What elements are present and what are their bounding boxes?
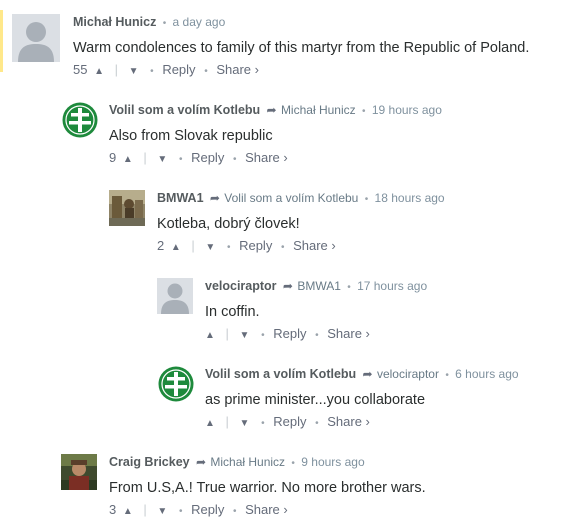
comment-time[interactable]: 17 hours ago (357, 279, 427, 293)
comment-text: From U.S,A.! True warrior. No more broth… (109, 480, 426, 496)
comment: velociraptor ➦ BMWA1 • 17 hours ago In c… (156, 272, 567, 344)
separator-dot: • (150, 66, 154, 77)
reply-button[interactable]: Reply (273, 326, 306, 341)
chevron-down-icon[interactable]: ▼ (129, 63, 139, 81)
comment-text: Kotleba, dobrý človek! (157, 216, 300, 232)
separator-dot: • (204, 66, 208, 77)
avatar[interactable] (158, 366, 194, 402)
parent-author[interactable]: Michał Hunicz (281, 103, 356, 117)
comment: BMWA1 ➦ Volil som a volím Kotlebu • 18 h… (108, 184, 567, 256)
user-photo-icon (61, 454, 97, 490)
comment-time[interactable]: 9 hours ago (301, 455, 364, 469)
share-button[interactable]: Share › (327, 326, 370, 341)
reply-button[interactable]: Reply (239, 238, 272, 253)
vote-divider: | (143, 150, 147, 165)
chevron-up-icon[interactable]: ▲ (205, 415, 215, 433)
reply-button[interactable]: Reply (273, 414, 306, 429)
vote-count: 9 (109, 150, 117, 165)
chevron-up-icon[interactable]: ▲ (205, 327, 215, 345)
share-button[interactable]: Share › (216, 62, 259, 77)
avatar[interactable] (62, 102, 98, 138)
avatar[interactable] (157, 278, 193, 314)
separator-dot: • (280, 242, 285, 253)
separator-dot: • (178, 154, 183, 165)
comment: Craig Brickey ➦ Michał Hunicz • 9 hours … (60, 448, 567, 519)
comment-author[interactable]: BMWA1 (157, 191, 204, 205)
comment-text: Warm condolences to family of this marty… (73, 40, 530, 56)
chevron-down-icon[interactable]: ▼ (205, 239, 215, 257)
parent-author[interactable]: Volil som a volím Kotlebu (224, 191, 358, 205)
comment: Volil som a volím Kotlebu ➦ velociraptor… (156, 360, 567, 432)
separator-dot: • (361, 106, 366, 117)
reply-arrow-icon: ➦ (362, 367, 373, 381)
comment-time[interactable]: 19 hours ago (372, 103, 442, 117)
share-button[interactable]: Share › (327, 414, 370, 429)
vote-divider: | (225, 414, 229, 429)
chevron-up-icon[interactable]: ▲ (94, 63, 104, 81)
parent-author[interactable]: velociraptor (377, 367, 439, 381)
separator-dot: • (232, 506, 237, 517)
reply-button[interactable]: Reply (162, 62, 195, 77)
chevron-up-icon[interactable]: ▲ (123, 151, 133, 169)
comment-author[interactable]: Michał Hunicz (73, 15, 156, 29)
default-avatar-icon (157, 278, 193, 314)
reply-button[interactable]: Reply (191, 150, 224, 165)
separator-dot: • (291, 458, 295, 469)
chevron-down-icon[interactable]: ▼ (240, 327, 250, 345)
separator-dot: • (445, 370, 449, 381)
separator-dot: • (315, 418, 319, 429)
vote-divider: | (143, 502, 147, 517)
chevron-up-icon[interactable]: ▲ (123, 503, 133, 521)
comment: Volil som a volím Kotlebu ➦ Michał Hunic… (60, 96, 567, 168)
separator-dot: • (178, 506, 183, 517)
chevron-down-icon[interactable]: ▼ (240, 415, 250, 433)
avatar[interactable] (61, 454, 97, 490)
chevron-up-icon[interactable]: ▲ (171, 239, 181, 257)
vote-count: 55 (73, 62, 88, 77)
reply-arrow-icon: ➦ (282, 279, 293, 293)
parent-author[interactable]: BMWA1 (297, 279, 341, 293)
comment-author[interactable]: Volil som a volím Kotlebu (205, 367, 356, 381)
comment-time[interactable]: 18 hours ago (375, 191, 445, 205)
comment-text: Also from Slovak republic (109, 128, 273, 144)
separator-dot: • (232, 154, 237, 165)
separator-dot: • (261, 418, 265, 429)
separator-dot: • (347, 282, 351, 293)
reply-arrow-icon: ➦ (209, 191, 220, 205)
comment-time[interactable]: 6 hours ago (455, 367, 518, 381)
party-emblem-icon (62, 102, 98, 138)
reply-arrow-icon: ➦ (266, 103, 277, 117)
share-button[interactable]: Share › (245, 502, 288, 517)
reply-arrow-icon: ➦ (195, 455, 207, 469)
highlight-bar (0, 10, 3, 72)
separator-dot: • (315, 330, 319, 341)
avatar[interactable] (109, 190, 145, 226)
vote-divider: | (191, 238, 195, 253)
separator-dot: • (226, 242, 231, 253)
comment-time[interactable]: a day ago (173, 15, 226, 29)
comment-text: as prime minister...you collaborate (205, 392, 426, 408)
reply-button[interactable]: Reply (191, 502, 224, 517)
party-emblem-icon (158, 366, 194, 402)
vote-count: 3 (109, 502, 117, 517)
chevron-down-icon[interactable]: ▼ (157, 503, 167, 521)
comment-text: In coffin. (205, 304, 260, 320)
default-avatar-icon (12, 14, 60, 62)
comment-author[interactable]: velociraptor (205, 279, 277, 293)
share-button[interactable]: Share › (245, 150, 288, 165)
vote-divider: | (225, 326, 229, 341)
comment: Michał Hunicz • a day ago Warm condolenc… (0, 8, 567, 80)
separator-dot: • (261, 330, 265, 341)
comment-author[interactable]: Craig Brickey (109, 455, 190, 469)
chevron-down-icon[interactable]: ▼ (157, 151, 167, 169)
share-button[interactable]: Share › (293, 238, 336, 253)
separator-dot: • (364, 194, 369, 205)
vote-divider: | (114, 62, 119, 77)
user-photo-icon (109, 190, 145, 226)
vote-count: 2 (157, 238, 165, 253)
avatar[interactable] (12, 14, 60, 62)
parent-author[interactable]: Michał Hunicz (210, 455, 285, 469)
separator-dot: • (162, 18, 167, 29)
comment-author[interactable]: Volil som a volím Kotlebu (109, 103, 260, 117)
